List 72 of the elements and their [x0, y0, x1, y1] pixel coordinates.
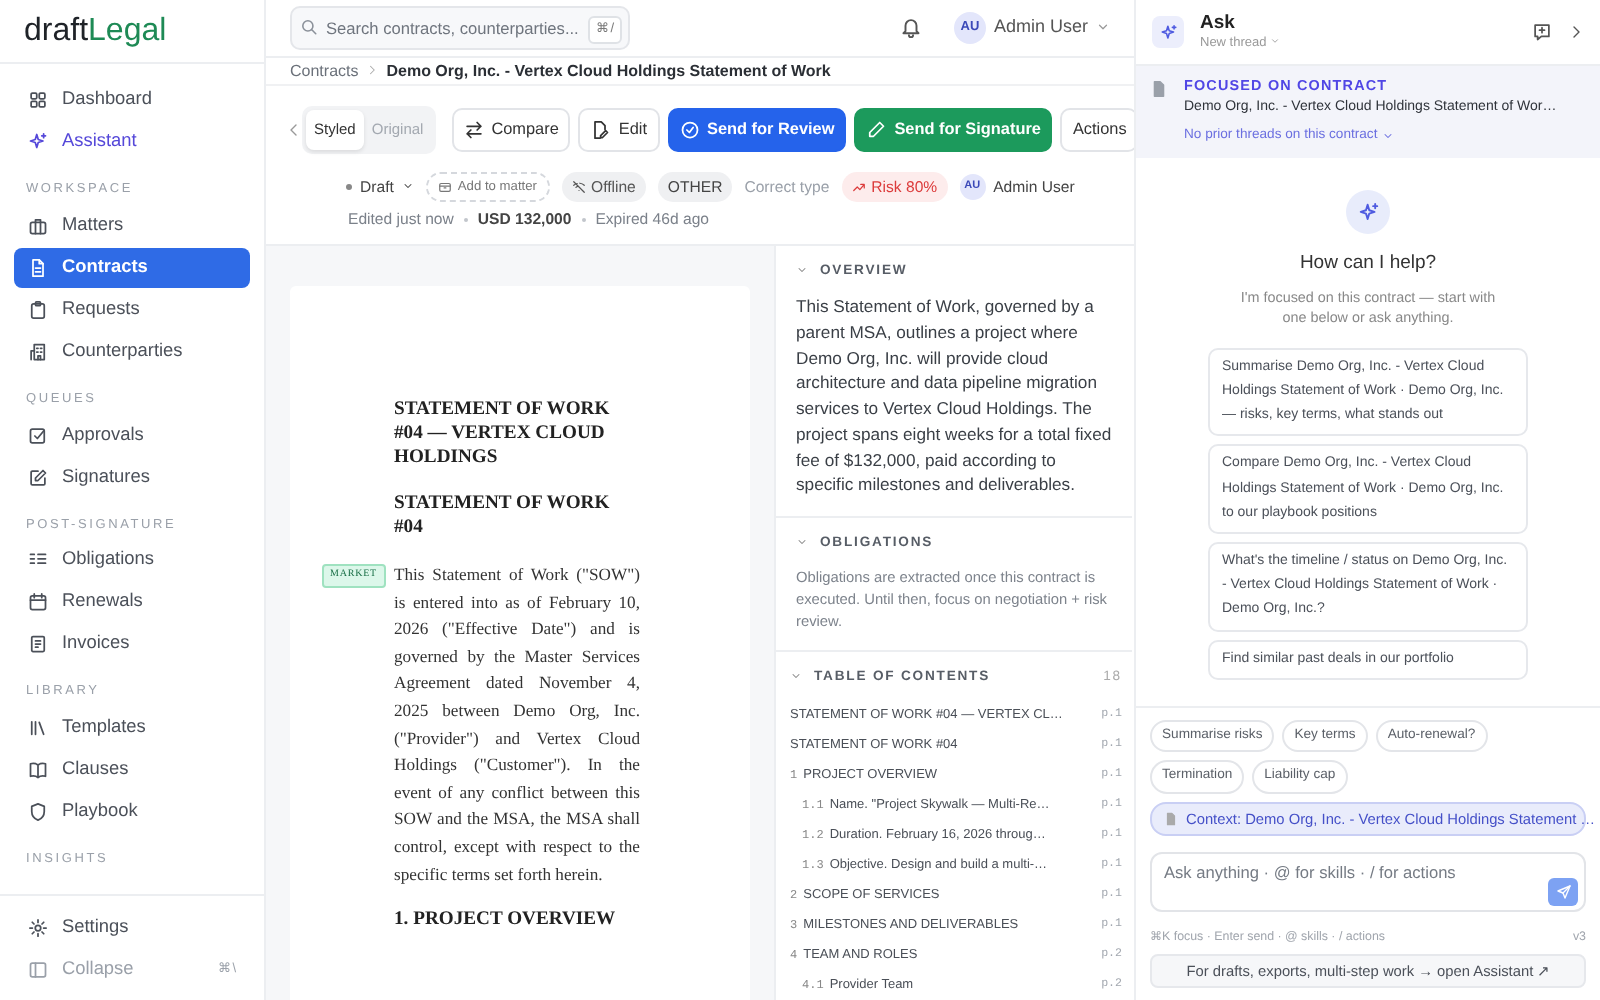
toolbar-button[interactable]: Actions: [1060, 107, 1139, 152]
sidebar-item[interactable]: Counterparties: [14, 331, 250, 372]
toolbar-button[interactable]: Edit: [578, 107, 659, 152]
document-heading: 1. PROJECT OVERVIEW: [394, 908, 618, 933]
trend-up-icon: [851, 179, 866, 194]
search-icon: [300, 17, 318, 36]
books-icon: [28, 718, 48, 738]
sparkle-icon: [1357, 201, 1379, 224]
document-icon: [1150, 80, 1168, 99]
document-paragraph: This Statement of Work ("SOW") is entered into as of February 10, 2026 ("Effective Date") and is governed by the Master Services Agreement dated November 4, 2025 between Demo Org, Inc. ("Provider") and Vertex Cloud Holdings ("Customer"). In the event of any conflict between this SOW and the MSA, the MSA shall control, except with respect to the specific terms set forth herein.: [394, 562, 640, 888]
sidebar-item[interactable]: Playbook: [14, 792, 250, 832]
settings-icon: [28, 918, 48, 938]
sidebar-icon: [28, 960, 48, 980]
new-chat-icon: [1532, 21, 1552, 42]
send-button[interactable]: [1548, 877, 1578, 906]
pen-square-icon: [28, 467, 48, 487]
sparkle-icon: [28, 132, 48, 152]
chevron-down-icon: [1381, 129, 1394, 141]
chevron-down-icon: [796, 536, 808, 549]
toolbar-button[interactable]: Send for Signature: [854, 107, 1053, 152]
building-icon: [28, 341, 48, 362]
edit-icon: [590, 119, 611, 140]
sidebar-item[interactable]: Templates: [14, 708, 250, 748]
checkbox-icon: [28, 425, 48, 445]
document-icon: [1164, 812, 1178, 827]
shield-icon: [28, 802, 48, 822]
clipboard-icon: [28, 299, 48, 320]
sidebar-item[interactable]: Settings: [14, 908, 250, 948]
back-icon: [286, 121, 302, 138]
check-circle-icon: [679, 119, 699, 140]
receipt-icon: [28, 634, 48, 655]
briefcase-icon: [28, 215, 48, 236]
chevron-down-icon: [401, 180, 414, 193]
overview-text: This Statement of Work, governed by a parent MSA, outlines a project where Demo Org, Inc. will provide cloud architecture and data pipeline migration services to Vertex Cloud Holdings. The project spans eight weeks for a total fixed fee of $132,000, paid according to specific milestones and deliverables.: [796, 294, 1112, 498]
chevron-down-icon: [790, 670, 802, 683]
sidebar-item[interactable]: Assistant: [14, 122, 250, 162]
wifi-off-icon: [571, 179, 585, 194]
compare-icon: [463, 119, 484, 140]
book-icon: [28, 760, 48, 780]
sidebar-item[interactable]: Approvals: [14, 415, 250, 455]
chevron-down-icon: [1096, 20, 1110, 35]
sparkle-icon: [1159, 23, 1177, 41]
message-input[interactable]: Ask anything · @ for skills · / for actions: [1150, 851, 1586, 912]
sidebar-item[interactable]: Contracts: [14, 247, 250, 288]
chevron-right-icon: [366, 64, 379, 77]
document-heading: STATEMENT OF WORK #04 — VERTEX CLOUD HOLDINGS: [394, 398, 612, 471]
panel-title: Ask: [1200, 14, 1237, 36]
chevron-down-icon: [1270, 36, 1281, 47]
grid-icon: [28, 90, 48, 110]
collapse-panel-icon: [1568, 23, 1584, 40]
toolbar-button[interactable]: Send for Review: [667, 107, 847, 152]
sidebar-item[interactable]: Renewals: [14, 582, 250, 623]
document-heading: STATEMENT OF WORK #04: [394, 492, 612, 541]
sidebar-item[interactable]: Signatures: [14, 457, 250, 497]
chevron-down-icon: [796, 264, 808, 277]
sidebar-item[interactable]: Obligations: [14, 540, 250, 581]
document-icon: [28, 257, 48, 278]
bell-icon: [899, 16, 922, 39]
sidebar-item[interactable]: Dashboard: [14, 80, 250, 120]
pencil-icon: [866, 119, 887, 140]
calendar-icon: [28, 592, 48, 613]
sidebar-item[interactable]: Invoices: [14, 624, 250, 665]
toolbar-button[interactable]: Compare: [451, 107, 571, 152]
empty-title: How can I help?: [1299, 250, 1437, 279]
sidebar-item[interactable]: Matters: [14, 205, 250, 246]
sidebar-item[interactable]: Clauses: [14, 750, 250, 790]
send-icon: [1555, 883, 1571, 900]
brand-logo[interactable]: draftLegal: [24, 7, 167, 55]
sidebar-item[interactable]: Requests: [14, 289, 250, 330]
breadcrumb-item[interactable]: Contracts: [290, 59, 359, 84]
box-icon: [437, 179, 452, 194]
breadcrumb-item: Demo Org, Inc. - Vertex Cloud Holdings Statement of Work: [386, 59, 831, 84]
